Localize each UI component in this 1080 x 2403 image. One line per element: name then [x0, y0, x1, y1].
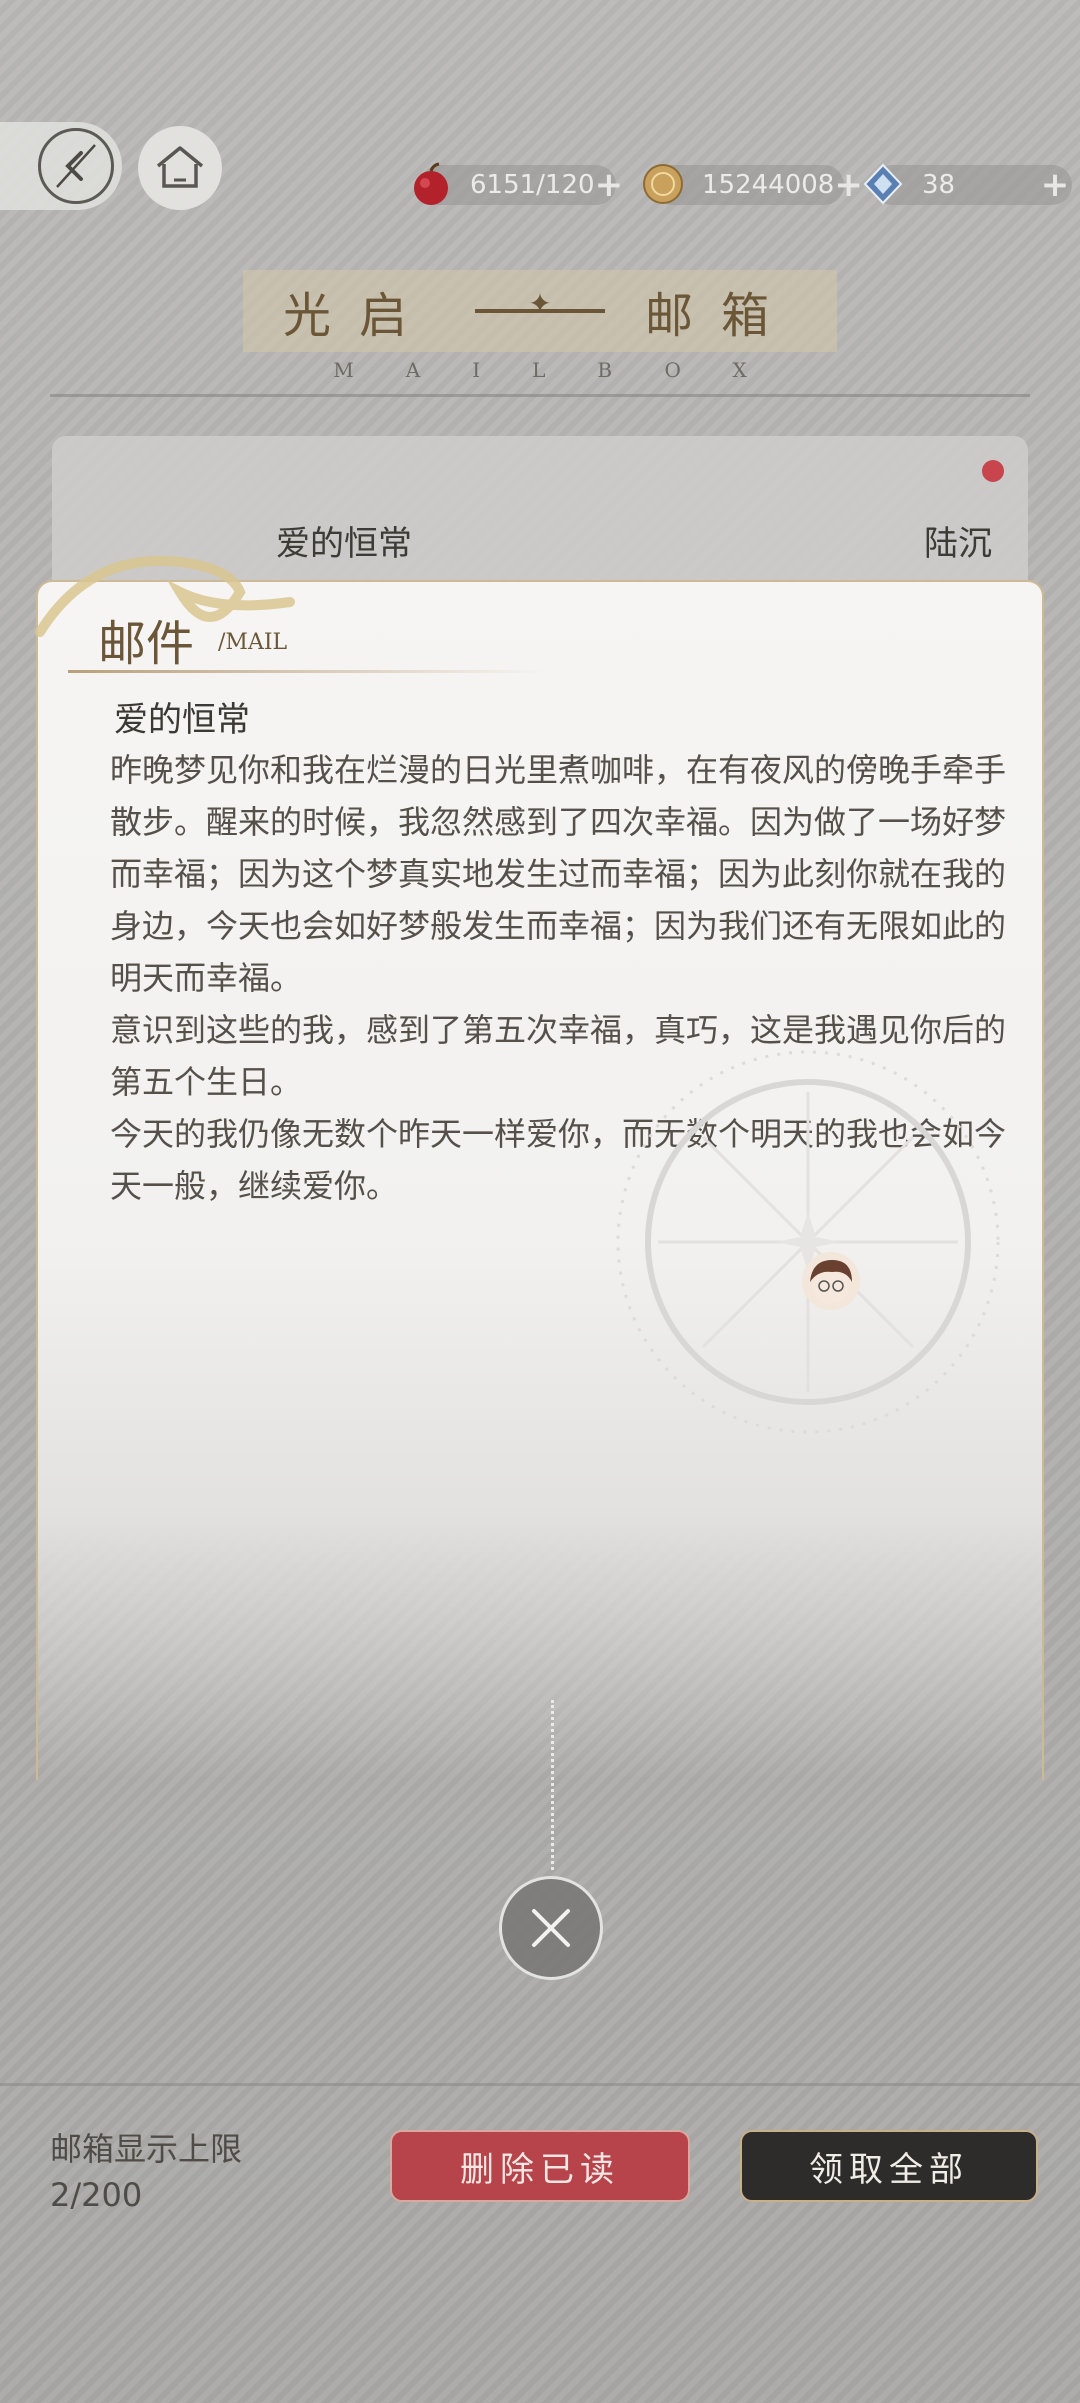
back-button[interactable] [0, 122, 122, 210]
mailbox-limit-label: 邮箱显示上限 [50, 2130, 243, 2168]
close-mail-button[interactable] [499, 1876, 603, 1980]
crystal-add-button[interactable]: + [1038, 165, 1072, 205]
stamina-counter: 6151/120 + [414, 162, 623, 205]
coin-value: 15244008 [702, 170, 835, 200]
mail-list-sender: 陆沉 [924, 524, 992, 564]
close-connector-line [551, 1700, 554, 1870]
footer-divider [0, 2083, 1080, 2086]
mail-title: 爱的恒常 [114, 700, 250, 740]
back-arrow-icon [56, 144, 96, 188]
home-button[interactable] [138, 126, 222, 210]
stamina-value: 6151/120 [470, 170, 595, 200]
title-divider [50, 394, 1030, 397]
home-icon [156, 146, 204, 188]
crystal-counter: 38 + [863, 163, 1072, 205]
sender-avatar [802, 1252, 860, 1310]
mail-header-divider [68, 670, 548, 673]
close-icon [532, 1909, 570, 1947]
mail-paragraph: 昨晚梦见你和我在烂漫的日光里煮咖啡，在有夜风的傍晚手牵手散步。醒来的时候，我忽然… [110, 751, 1007, 997]
crystal-value: 38 [922, 170, 956, 200]
unread-dot [982, 460, 1004, 482]
claim-all-button[interactable]: 领取全部 [740, 2130, 1038, 2202]
title-right: 邮箱 [645, 288, 798, 344]
coin-counter: 15244008 + [643, 164, 863, 205]
delete-read-button[interactable]: 删除已读 [390, 2130, 690, 2202]
stamina-add-button[interactable]: + [595, 165, 624, 205]
mail-detail-card: 邮件 /MAIL 爱的恒常 昨晚梦见你和我在烂漫的日光里煮咖啡，在有夜风的傍晚手… [35, 555, 1044, 1780]
page-subtitle: MAILBOX [333, 358, 799, 382]
coin-icon [638, 159, 688, 209]
mail-header-en: /MAIL [218, 630, 288, 655]
apple-icon [406, 159, 456, 209]
page-title: 光启 邮箱 MAILBOX [0, 270, 1080, 382]
mailbox-limit-value: 2/200 [50, 2176, 143, 2214]
title-left: 光启 [282, 288, 435, 344]
mail-header: 邮件 [98, 616, 195, 672]
crystal-icon [858, 159, 908, 209]
moon-emblem-icon [616, 1050, 1000, 1434]
title-ornament [475, 309, 605, 313]
